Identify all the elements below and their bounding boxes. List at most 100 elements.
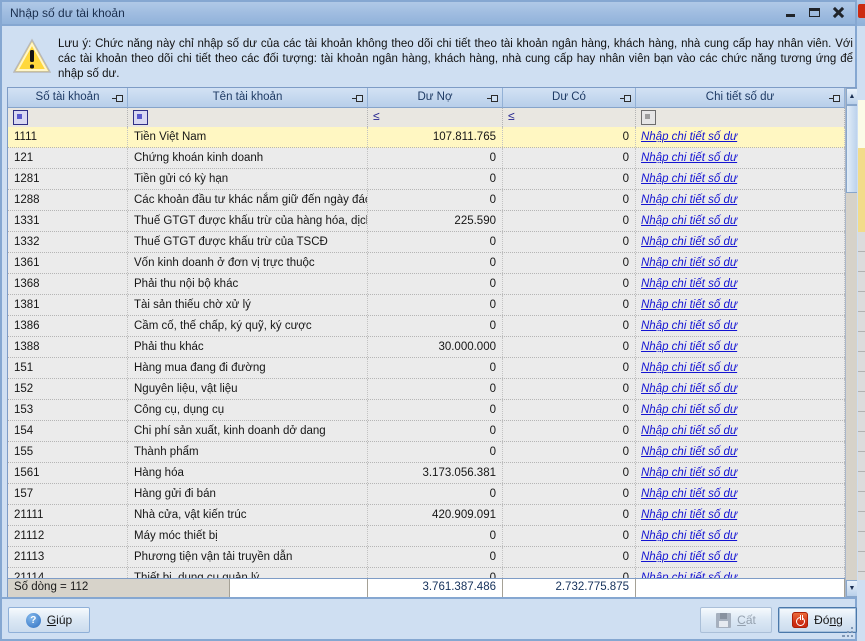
detail-link[interactable]: Nhập chi tiết số dư: [641, 236, 737, 248]
debit-cell[interactable]: 225.590: [368, 211, 503, 231]
debit-cell[interactable]: 0: [368, 295, 503, 315]
debit-cell[interactable]: 0: [368, 190, 503, 210]
column-header-detail[interactable]: Chi tiết số dư: [636, 88, 845, 108]
detail-link[interactable]: Nhập chi tiết số dư: [641, 320, 737, 332]
detail-link[interactable]: Nhập chi tiết số dư: [641, 362, 737, 374]
column-header-credit[interactable]: Dư Có: [503, 88, 636, 108]
detail-link[interactable]: Nhập chi tiết số dư: [641, 467, 737, 479]
table-row[interactable]: 1332 Thuế GTGT được khấu trừ của TSCĐ 0 …: [8, 232, 845, 253]
detail-link[interactable]: Nhập chi tiết số dư: [641, 173, 737, 185]
detail-link[interactable]: Nhập chi tiết số dư: [641, 152, 737, 164]
help-button[interactable]: ? Giúp: [8, 607, 90, 633]
table-row[interactable]: 155 Thành phẩm 0 0 Nhập chi tiết số dư: [8, 442, 845, 463]
credit-cell[interactable]: 0: [503, 379, 636, 399]
debit-cell[interactable]: 0: [368, 568, 503, 578]
detail-link[interactable]: Nhập chi tiết số dư: [641, 194, 737, 206]
credit-cell[interactable]: 0: [503, 484, 636, 504]
filter-button-icon[interactable]: [641, 110, 656, 125]
table-row[interactable]: 1111 Tiền Việt Nam 107.811.765 0 Nhập ch…: [8, 127, 845, 148]
detail-link[interactable]: Nhập chi tiết số dư: [641, 425, 737, 437]
detail-link[interactable]: Nhập chi tiết số dư: [641, 551, 737, 563]
credit-cell[interactable]: 0: [503, 274, 636, 294]
detail-link[interactable]: Nhập chi tiết số dư: [641, 488, 737, 500]
column-header-account[interactable]: Số tài khoản: [8, 88, 128, 108]
table-row[interactable]: 1361 Vốn kinh doanh ở đơn vị trực thuộc …: [8, 253, 845, 274]
table-row[interactable]: 21114 Thiết bị, dụng cụ quản lý 0 0 Nhập…: [8, 568, 845, 578]
table-row[interactable]: 21112 Máy móc thiết bị 0 0 Nhập chi tiết…: [8, 526, 845, 547]
debit-cell[interactable]: 0: [368, 442, 503, 462]
credit-cell[interactable]: 0: [503, 568, 636, 578]
debit-cell[interactable]: 30.000.000: [368, 337, 503, 357]
credit-cell[interactable]: 0: [503, 526, 636, 546]
detail-link[interactable]: Nhập chi tiết số dư: [641, 446, 737, 458]
credit-cell[interactable]: 0: [503, 253, 636, 273]
debit-cell[interactable]: 0: [368, 379, 503, 399]
less-equal-icon[interactable]: ≤: [373, 109, 380, 123]
credit-cell[interactable]: 0: [503, 211, 636, 231]
table-row[interactable]: 152 Nguyên liệu, vật liệu 0 0 Nhập chi t…: [8, 379, 845, 400]
credit-cell[interactable]: 0: [503, 358, 636, 378]
credit-cell[interactable]: 0: [503, 316, 636, 336]
dialog-titlebar[interactable]: Nhập số dư tài khoản: [0, 0, 857, 26]
credit-cell[interactable]: 0: [503, 127, 636, 147]
debit-cell[interactable]: 0: [368, 526, 503, 546]
maximize-icon[interactable]: [806, 4, 823, 21]
credit-cell[interactable]: 0: [503, 400, 636, 420]
credit-cell[interactable]: 0: [503, 547, 636, 567]
pin-icon[interactable]: [829, 95, 840, 102]
table-row[interactable]: 1381 Tài sản thiếu chờ xử lý 0 0 Nhập ch…: [8, 295, 845, 316]
filter-button-icon[interactable]: [133, 110, 148, 125]
column-header-debit[interactable]: Dư Nợ: [368, 88, 503, 108]
table-row[interactable]: 1561 Hàng hóa 3.173.056.381 0 Nhập chi t…: [8, 463, 845, 484]
column-header-name[interactable]: Tên tài khoản: [128, 88, 368, 108]
debit-cell[interactable]: 0: [368, 169, 503, 189]
credit-cell[interactable]: 0: [503, 463, 636, 483]
vertical-scrollbar[interactable]: ▲ ▼: [845, 88, 857, 597]
pin-icon[interactable]: [352, 95, 363, 102]
table-row[interactable]: 153 Công cụ, dụng cụ 0 0 Nhập chi tiết s…: [8, 400, 845, 421]
table-row[interactable]: 21111 Nhà cửa, vật kiến trúc 420.909.091…: [8, 505, 845, 526]
table-row[interactable]: 1281 Tiền gửi có kỳ hạn 0 0 Nhập chi tiế…: [8, 169, 845, 190]
debit-cell[interactable]: 0: [368, 400, 503, 420]
pin-icon[interactable]: [112, 95, 123, 102]
detail-link[interactable]: Nhập chi tiết số dư: [641, 341, 737, 353]
debit-cell[interactable]: 0: [368, 358, 503, 378]
resize-grip[interactable]: [841, 625, 854, 638]
debit-cell[interactable]: 0: [368, 547, 503, 567]
debit-cell[interactable]: 0: [368, 316, 503, 336]
detail-link[interactable]: Nhập chi tiết số dư: [641, 278, 737, 290]
credit-cell[interactable]: 0: [503, 232, 636, 252]
table-row[interactable]: 1388 Phải thu khác 30.000.000 0 Nhập chi…: [8, 337, 845, 358]
table-row[interactable]: 157 Hàng gửi đi bán 0 0 Nhập chi tiết số…: [8, 484, 845, 505]
detail-link[interactable]: Nhập chi tiết số dư: [641, 509, 737, 521]
pin-icon[interactable]: [487, 95, 498, 102]
debit-cell[interactable]: 0: [368, 253, 503, 273]
detail-link[interactable]: Nhập chi tiết số dư: [641, 131, 737, 143]
table-row[interactable]: 1368 Phải thu nội bộ khác 0 0 Nhập chi t…: [8, 274, 845, 295]
credit-cell[interactable]: 0: [503, 442, 636, 462]
debit-cell[interactable]: 420.909.091: [368, 505, 503, 525]
table-row[interactable]: 1386 Cầm cố, thế chấp, ký quỹ, ký cược 0…: [8, 316, 845, 337]
detail-link[interactable]: Nhập chi tiết số dư: [641, 404, 737, 416]
table-row[interactable]: 1288 Các khoản đầu tư khác nắm giữ đến n…: [8, 190, 845, 211]
debit-cell[interactable]: 107.811.765: [368, 127, 503, 147]
debit-cell[interactable]: 0: [368, 421, 503, 441]
detail-link[interactable]: Nhập chi tiết số dư: [641, 383, 737, 395]
credit-cell[interactable]: 0: [503, 295, 636, 315]
filter-button-icon[interactable]: [13, 110, 28, 125]
close-icon[interactable]: [830, 4, 847, 21]
detail-link[interactable]: Nhập chi tiết số dư: [641, 530, 737, 542]
debit-cell[interactable]: 3.173.056.381: [368, 463, 503, 483]
credit-cell[interactable]: 0: [503, 148, 636, 168]
credit-cell[interactable]: 0: [503, 505, 636, 525]
credit-cell[interactable]: 0: [503, 190, 636, 210]
debit-cell[interactable]: 0: [368, 148, 503, 168]
table-row[interactable]: 121 Chứng khoán kinh doanh 0 0 Nhập chi …: [8, 148, 845, 169]
less-equal-icon[interactable]: ≤: [508, 109, 515, 123]
save-button[interactable]: Cất: [700, 607, 772, 633]
credit-cell[interactable]: 0: [503, 169, 636, 189]
debit-cell[interactable]: 0: [368, 232, 503, 252]
table-row[interactable]: 1331 Thuế GTGT được khấu trừ của hàng hó…: [8, 211, 845, 232]
pin-icon[interactable]: [620, 95, 631, 102]
detail-link[interactable]: Nhập chi tiết số dư: [641, 299, 737, 311]
